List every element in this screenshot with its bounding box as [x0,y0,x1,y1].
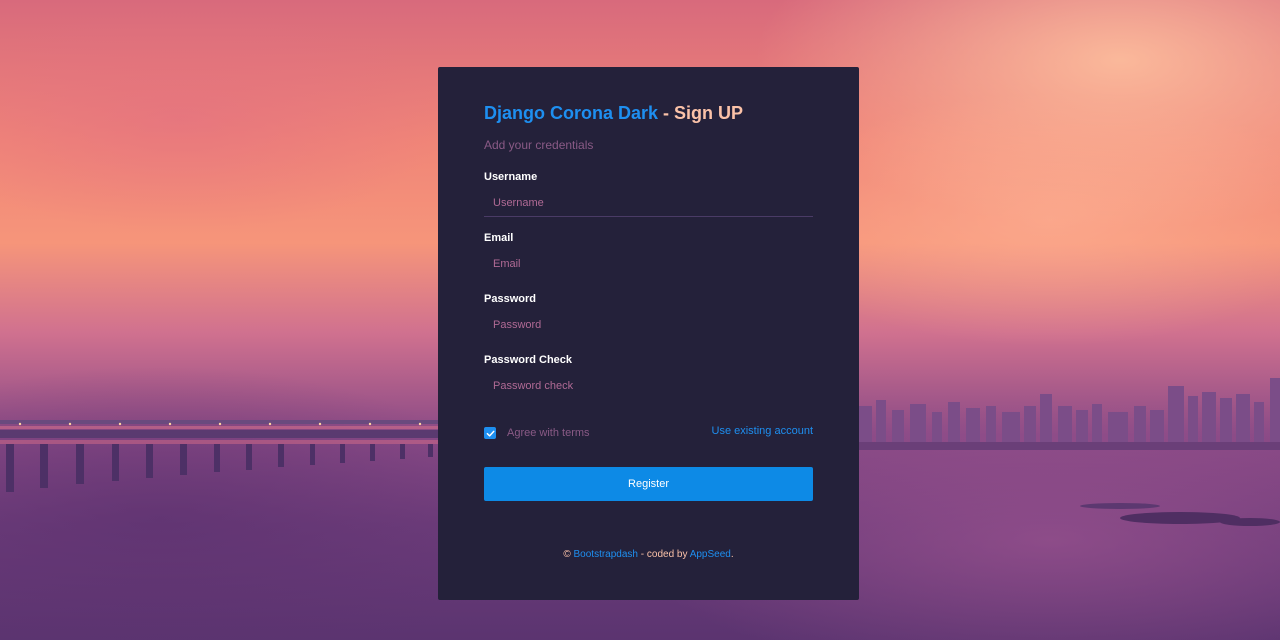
footer: © Bootstrapdash - coded by AppSeed. [438,548,859,562]
register-button[interactable]: Register [484,467,813,501]
agree-checkbox[interactable] [484,427,496,439]
agree-label: Agree with terms [507,427,590,439]
password-check-label: Password Check [484,354,573,366]
signup-card: Django Corona Dark - Sign UP Add your cr… [438,67,859,600]
password-label: Password [484,293,536,305]
subtitle: Add your credentials [484,138,594,152]
title-brand: Django Corona Dark [484,103,659,123]
email-input[interactable] [484,250,813,278]
check-icon [486,430,494,437]
password-check-input[interactable] [484,372,813,400]
city-skyline [858,378,1280,450]
footer-middle-text: - coded by [638,549,690,560]
username-label: Username [484,171,538,183]
page-title: Django Corona Dark - Sign UP [484,101,813,125]
password-group: Password [484,292,813,339]
title-separator: - [658,103,675,123]
shoreline [1080,503,1280,526]
appseed-link[interactable]: AppSeed [690,549,731,560]
agree-terms[interactable]: Agree with terms [484,426,590,440]
background-scene: Django Corona Dark - Sign UP Add your cr… [0,0,1280,640]
form-options: Agree with terms Use existing account [484,424,813,444]
password-input[interactable] [484,311,813,339]
bootstrapdash-link[interactable]: Bootstrapdash [574,549,639,560]
username-group: Username [484,170,813,217]
signup-form: Username Email Password Password Check [484,170,813,400]
password-check-group: Password Check [484,353,813,400]
existing-account-link[interactable]: Use existing account [712,424,814,438]
email-label: Email [484,232,514,244]
copyright-symbol: © [563,549,571,560]
email-group: Email [484,231,813,278]
username-input[interactable] [484,189,813,217]
title-page: Sign UP [674,103,744,123]
footer-end: . [730,549,734,560]
bridge-silhouette [0,420,440,492]
